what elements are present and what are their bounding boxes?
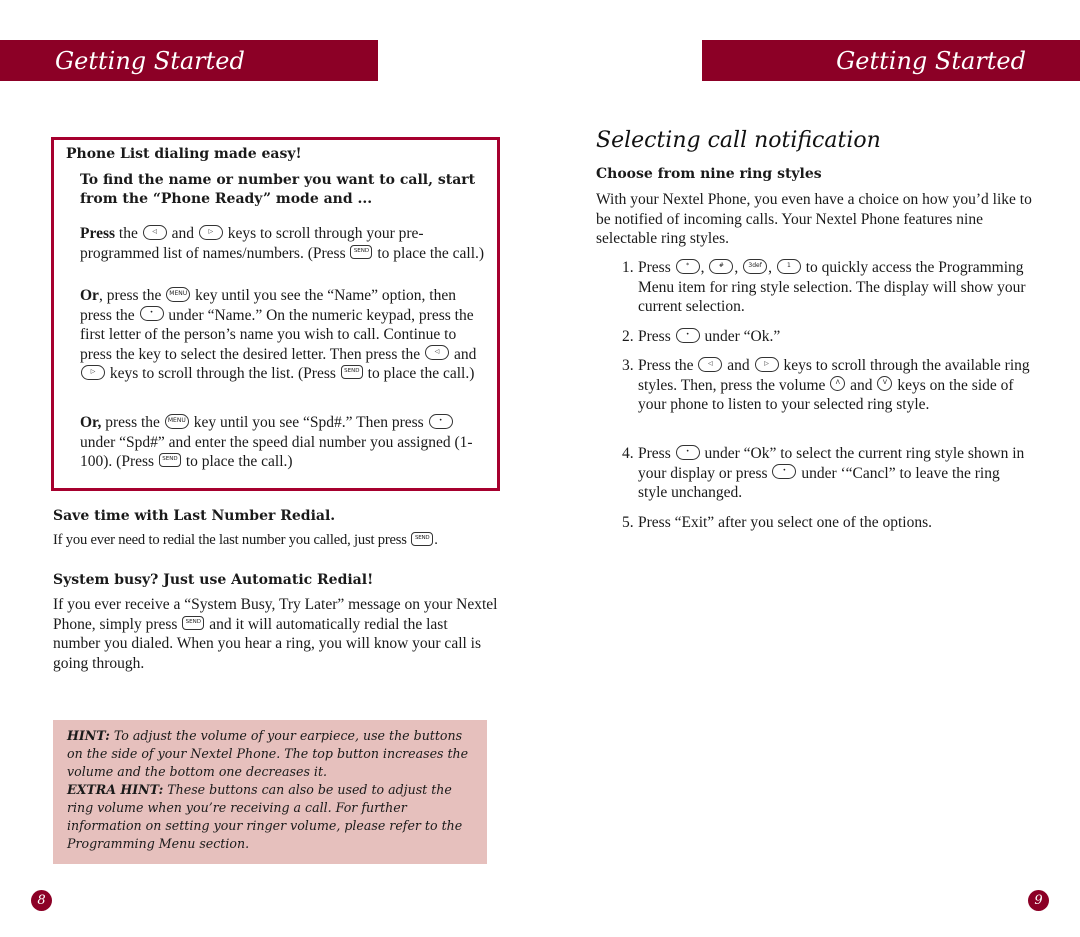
menu-key-icon: MENU	[166, 286, 191, 302]
step-number: 3.	[622, 357, 634, 374]
ring-styles-subheading: Choose from nine ring styles	[596, 166, 822, 182]
ring-styles-intro: With your Nextel Phone, you even have a …	[596, 191, 1032, 247]
select-key-icon: •	[139, 306, 164, 322]
press-label: Press	[80, 225, 116, 242]
hint-box: HINT: To adjust the volume of your earpi…	[53, 720, 487, 864]
text: ,	[700, 259, 709, 276]
page-number-left: 8	[31, 890, 52, 911]
text: to place the call.)	[363, 365, 475, 382]
send-key-icon: SEND	[182, 615, 205, 630]
hint-text: To adjust the volume of your earpiece, u…	[67, 728, 469, 779]
page-number-right: 9	[1028, 890, 1049, 911]
scroll-left-key-icon: ◁	[425, 345, 450, 361]
send-key-icon: SEND	[350, 244, 373, 259]
text: under “Ok.”	[700, 328, 781, 345]
text: key until you see “Spd#.” Then press	[189, 414, 428, 431]
text: ,	[734, 259, 743, 276]
right-header-bar: Getting Started	[702, 40, 1080, 81]
text: If you ever need to redial the last numb…	[53, 532, 411, 548]
menu-key-icon: MENU	[164, 413, 189, 429]
or-label: Or	[80, 287, 99, 304]
redial-title: Save time with Last Number Redial.	[53, 508, 336, 524]
star-key-icon: *	[675, 258, 700, 274]
phone-list-intro: To find the name or number you want to c…	[80, 172, 476, 207]
text: the	[115, 225, 142, 242]
text: under “Name.” On the numeric keypad, pre…	[80, 306, 474, 363]
text: and	[450, 345, 477, 363]
text: ,	[768, 259, 776, 276]
step-2: 2. Press • under “Ok.”	[622, 327, 1032, 347]
text: to place the call.)	[373, 244, 485, 262]
select-key-icon: •	[675, 444, 700, 460]
scroll-right-key-icon: ▷	[754, 356, 779, 372]
select-key-icon: •	[428, 413, 453, 429]
send-key-icon: SEND	[158, 453, 181, 468]
auto-redial-title: System busy? Just use Automatic Redial!	[53, 572, 374, 588]
text: keys to scroll through the list. (Press	[106, 365, 340, 382]
text: and	[723, 357, 754, 374]
volume-up-key-icon: Λ	[830, 376, 846, 392]
section-title: Selecting call notification	[596, 128, 881, 153]
step-1: 1. Press *, #, 3def, 1 to quickly access…	[622, 258, 1032, 317]
step-number: 4.	[622, 445, 634, 462]
phone-list-title: Phone List dialing made easy!	[66, 146, 302, 162]
text: and	[846, 376, 877, 394]
text: Press	[638, 445, 675, 462]
step-number: 2.	[622, 328, 634, 345]
text: to place the call.)	[181, 453, 293, 470]
one-key-icon: 1	[776, 258, 801, 274]
left-header-title: Getting Started	[55, 46, 245, 75]
text: and	[167, 225, 198, 242]
send-key-icon: SEND	[340, 365, 363, 380]
three-key-icon: 3def	[743, 258, 768, 274]
step-number: 1.	[622, 259, 634, 276]
scroll-right-key-icon: ▷	[198, 224, 223, 240]
step-3: 3. Press the ◁ and ▷ keys to scroll thro…	[622, 356, 1032, 415]
extra-hint-label: EXTRA HINT:	[67, 782, 164, 797]
left-header-bar: Getting Started	[0, 40, 378, 81]
step-number: 5.	[622, 514, 634, 531]
select-key-icon: •	[772, 464, 797, 480]
auto-redial-text: If you ever receive a “System Busy, Try …	[53, 595, 498, 673]
scroll-left-key-icon: ◁	[698, 356, 723, 372]
pound-key-icon: #	[709, 258, 734, 274]
step-5: 5. Press “Exit” after you select one of …	[622, 513, 1032, 533]
send-key-icon: SEND	[411, 531, 434, 546]
phone-list-paragraph-1: Press the ◁ and ▷ keys to scroll through…	[80, 224, 485, 263]
hint-label: HINT:	[67, 728, 110, 743]
phone-list-paragraph-3: Or, press the MENU key until you see “Sp…	[80, 413, 485, 472]
text: press the	[101, 414, 164, 431]
text: .	[434, 532, 438, 548]
text: Press the	[638, 357, 698, 374]
right-header-title: Getting Started	[836, 46, 1026, 75]
volume-down-key-icon: V	[877, 376, 893, 392]
phone-list-paragraph-2: Or, press the MENU key until you see the…	[80, 286, 485, 384]
text: , press the	[98, 287, 166, 304]
text: Press “Exit” after you select one of the…	[638, 514, 932, 531]
or-label: Or,	[80, 414, 102, 431]
text: Press	[638, 328, 675, 345]
select-key-icon: •	[675, 327, 700, 343]
text: Press	[638, 259, 675, 276]
scroll-right-key-icon: ▷	[81, 364, 105, 380]
step-4: 4. Press • under “Ok” to select the curr…	[622, 444, 1032, 503]
redial-text: If you ever need to redial the last numb…	[53, 531, 503, 551]
scroll-left-key-icon: ◁	[142, 224, 167, 240]
